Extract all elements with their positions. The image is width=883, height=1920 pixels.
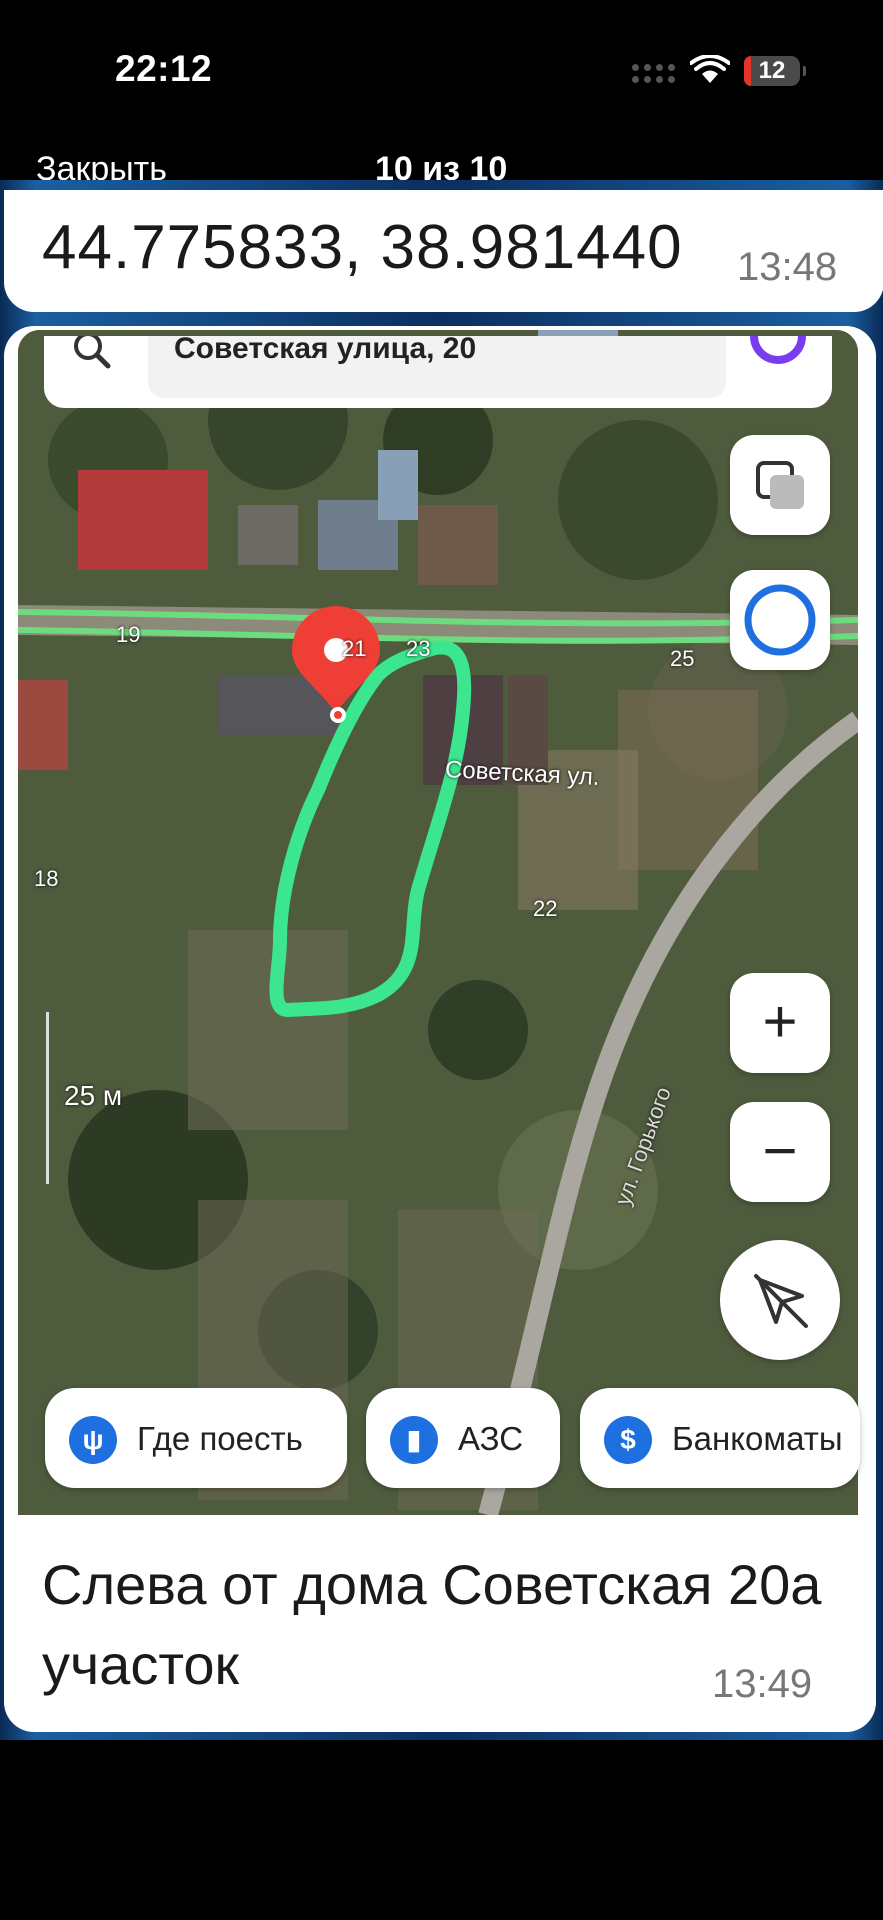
chip-where-to-eat[interactable]: ψ Где поесть <box>45 1388 347 1488</box>
chip-atm[interactable]: $ Банкоматы <box>580 1388 860 1488</box>
layers-button[interactable] <box>730 435 830 535</box>
dollar-icon: $ <box>604 1416 652 1464</box>
message-time: 13:48 <box>737 245 838 289</box>
chip-label: АЗС <box>458 1420 524 1457</box>
location-arrow-off-icon <box>754 1274 808 1328</box>
zoom-in-button[interactable]: + <box>730 973 830 1073</box>
coordinates-text: 44.775833, 38.981440 <box>42 213 683 282</box>
message-text: Слева от дома Советская 20а участок <box>42 1553 822 1696</box>
chip-label: Где поесть <box>137 1420 303 1457</box>
house-number-22: 22 <box>533 896 558 921</box>
house-number-18: 18 <box>34 866 59 891</box>
my-location-button[interactable] <box>720 1240 840 1360</box>
search-icon[interactable] <box>68 336 118 376</box>
wifi-icon <box>690 55 730 83</box>
fuel-icon: ▮ <box>390 1416 438 1464</box>
pin-target-dot-icon <box>330 707 346 723</box>
chip-label: Банкоматы <box>672 1420 843 1457</box>
cellular-signal-icon <box>632 64 678 84</box>
alice-voice-button[interactable] <box>730 570 830 670</box>
house-number-21: 21 <box>342 636 367 661</box>
zoom-out-button[interactable]: − <box>730 1102 830 1202</box>
fork-knife-icon: ψ <box>69 1416 117 1464</box>
status-time: 22:12 <box>115 48 213 89</box>
search-query-text: Советская улица, 20 <box>174 332 477 365</box>
alice-circle-icon <box>744 584 816 656</box>
house-number-25: 25 <box>670 646 695 671</box>
scale-label: 25 м <box>64 1080 123 1111</box>
scale-bar <box>46 1012 49 1184</box>
layers-icon <box>756 461 804 509</box>
house-number-23: 23 <box>406 636 431 661</box>
message-time: 13:49 <box>712 1662 813 1706</box>
alice-assistant-icon[interactable] <box>748 336 808 382</box>
chip-gas-station[interactable]: ▮ АЗС <box>366 1388 560 1488</box>
house-number-19: 19 <box>116 622 141 647</box>
battery-indicator: 12 <box>744 56 806 86</box>
